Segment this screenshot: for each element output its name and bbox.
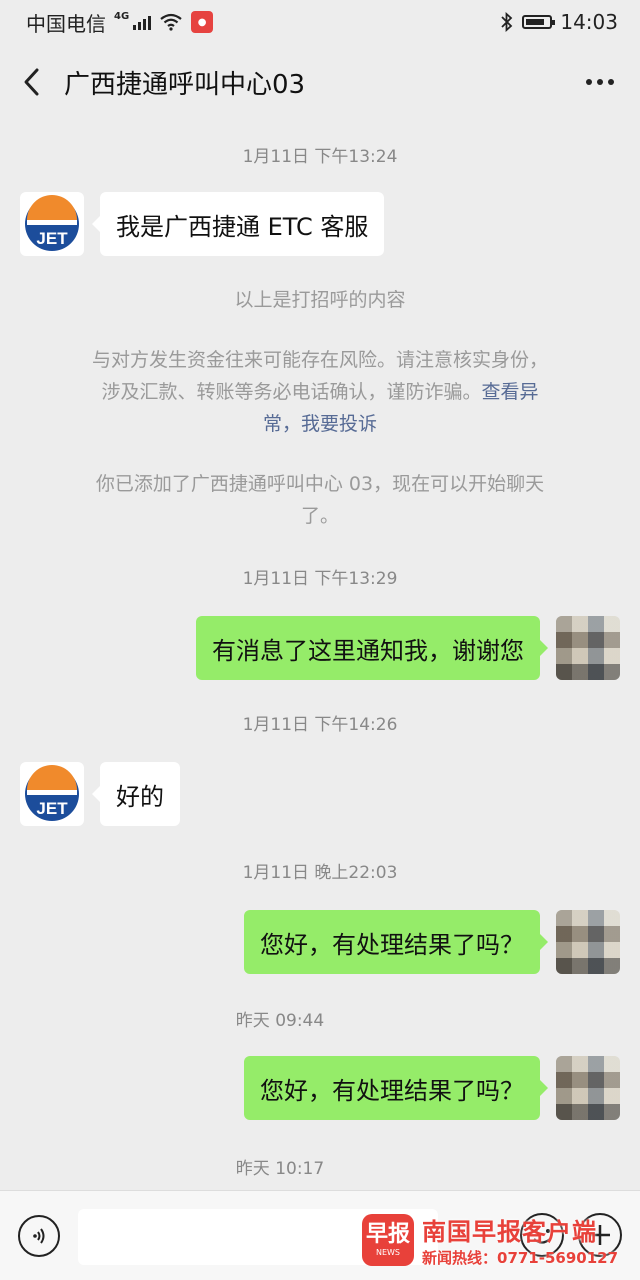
my-avatar[interactable] [556, 910, 620, 974]
message-timestamp: 1月11日 下午14:26 [242, 715, 398, 735]
status-left: 中国电信 4G ● [26, 8, 214, 37]
more-dot-icon [586, 79, 592, 85]
carrier-label: 中国电信 [26, 11, 106, 36]
voice-icon [33, 1228, 45, 1244]
message-timestamp: 昨天 09:44 [235, 1011, 325, 1031]
watermark-hotline: 新闻热线：0771-5690127 [422, 1249, 619, 1267]
svg-text:JET: JET [36, 799, 68, 818]
system-greeting-note: 以上是打招呼的内容 [234, 289, 406, 311]
status-right: 14:03 [500, 10, 618, 34]
chat-title: 广西捷通呼叫中心03 [64, 69, 306, 100]
risk-warning: 与对方发生资金往来可能存在风险。请注意核实身份， 涉及汇款、转账等务必电话确认，… [52, 344, 588, 440]
bluetooth-icon [501, 12, 513, 32]
jet-logo-icon: JET [25, 765, 79, 821]
message-timestamp: 1月11日 晚上22:03 [242, 863, 398, 883]
outgoing-message[interactable]: 您好，有处理结果了吗？ [244, 1056, 548, 1120]
voice-input-button[interactable] [18, 1215, 60, 1257]
incoming-message[interactable]: 我是广西捷通 ETC 客服 [91, 192, 385, 256]
added-note-line: 你已添加了广西捷通呼叫中心 03，现在可以开始聊天 [95, 473, 545, 495]
news-logo: 早报 NEWS [362, 1214, 414, 1266]
contact-avatar[interactable]: JET [20, 192, 84, 256]
news-logo-text: 早报 [365, 1221, 410, 1247]
report-link[interactable]: 常，我要投诉 [52, 408, 588, 440]
chat-header: 广西捷通呼叫中心03 [0, 44, 640, 120]
network-type: 4G [114, 10, 130, 22]
signal-icon [133, 14, 152, 30]
risk-warning-line: 涉及汇款、转账等务必电话确认，谨防诈骗。查看异 [52, 376, 588, 408]
battery-level [526, 19, 545, 25]
risk-warning-text: 涉及汇款、转账等务必电话确认，谨防诈骗。 [101, 381, 482, 403]
chevron-left-icon [24, 68, 39, 96]
my-avatar[interactable] [556, 1056, 620, 1120]
jet-logo-icon: JET [25, 195, 79, 251]
added-note-line: 了。 [300, 505, 339, 527]
battery-icon [522, 15, 556, 29]
message-timestamp: 1月11日 下午13:24 [242, 147, 398, 167]
added-contact-note: 你已添加了广西捷通呼叫中心 03，现在可以开始聊天 了。 [52, 468, 588, 532]
watermark-title: 南国早报客户端 [422, 1218, 597, 1246]
app-notification-icon: ● [191, 11, 214, 33]
chat-area[interactable]: 1月11日 下午13:24 JET 我是广西捷通 ETC 客服 以上是打招呼的内… [0, 120, 640, 1190]
my-avatar[interactable] [556, 616, 620, 680]
message-timestamp: 1月11日 下午13:29 [242, 569, 398, 589]
risk-warning-line: 与对方发生资金往来可能存在风险。请注意核实身份， [91, 349, 548, 371]
watermark-text: 南国早报客户端 新闻热线：0771-5690127 [422, 1212, 618, 1268]
news-logo-subtext: NEWS [375, 1247, 401, 1257]
report-link[interactable]: 查看异 [482, 381, 539, 403]
news-watermark: 早报 NEWS 南国早报客户端 新闻热线：0771-5690127 [362, 1208, 634, 1272]
outgoing-message[interactable]: 有消息了这里通知我，谢谢您 [196, 616, 548, 680]
status-time: 14:03 [560, 10, 618, 34]
contact-avatar[interactable]: JET [20, 762, 84, 826]
message-timestamp: 昨天 10:17 [235, 1159, 325, 1179]
svg-text:JET: JET [36, 229, 68, 248]
outgoing-message[interactable]: 您好，有处理结果了吗？ [244, 910, 548, 974]
status-bar: 中国电信 4G ● 14:03 [0, 0, 640, 44]
incoming-message[interactable]: 好的 [92, 762, 180, 826]
back-button[interactable] [0, 44, 64, 120]
more-dot-icon [597, 79, 603, 85]
more-options-button[interactable] [560, 44, 640, 120]
wifi-icon [160, 13, 182, 31]
more-dot-icon [608, 79, 614, 85]
